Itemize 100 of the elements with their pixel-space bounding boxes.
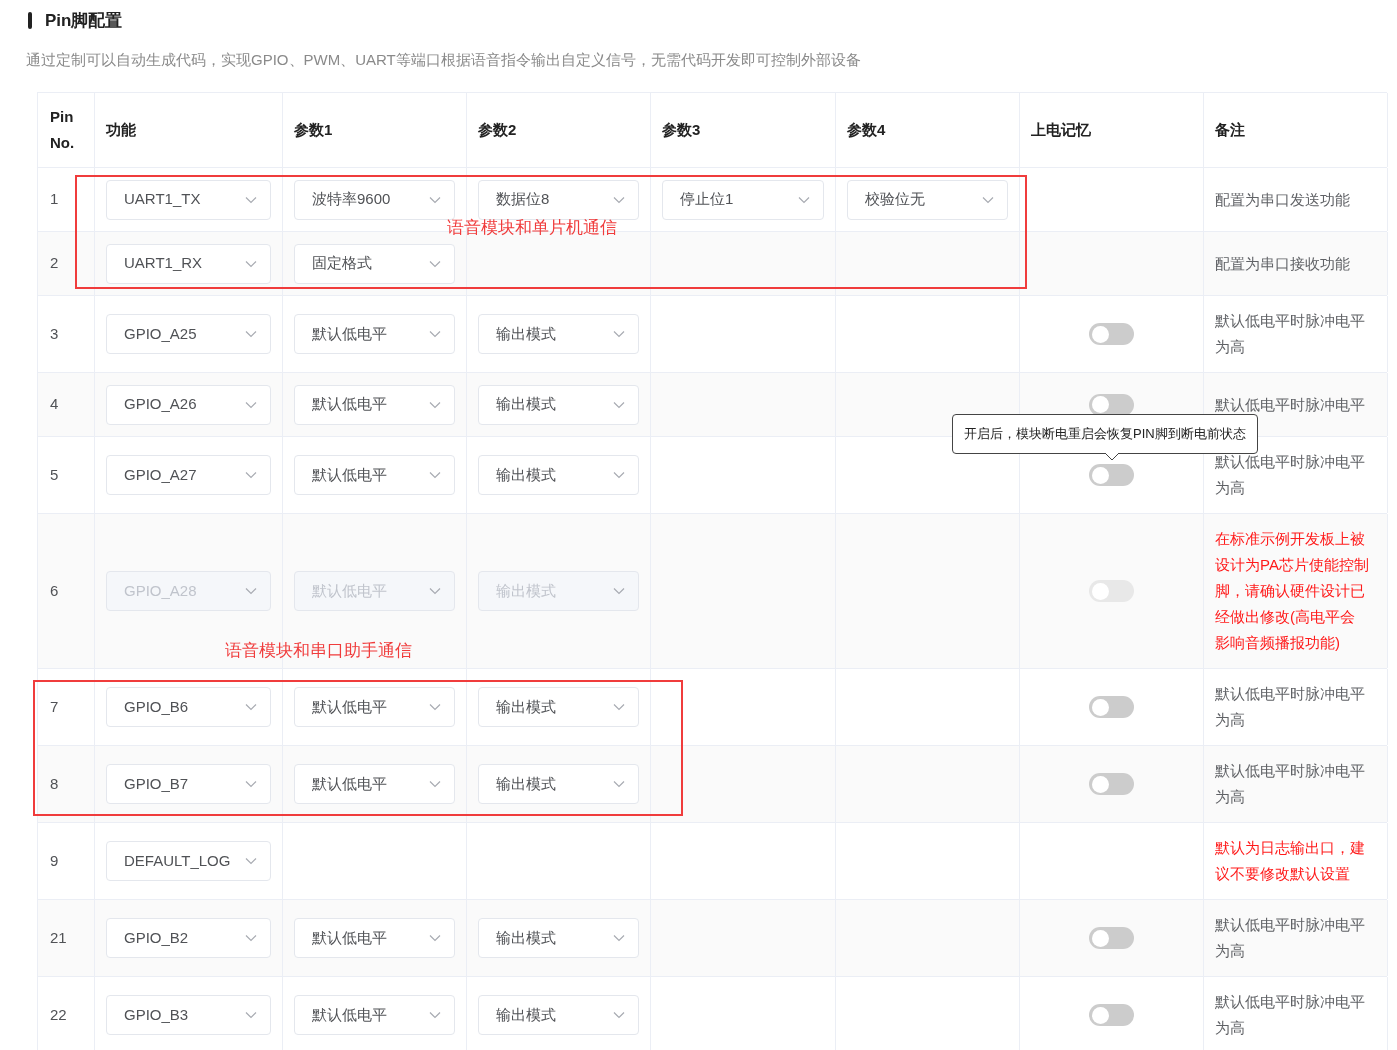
pin-number: 9 bbox=[50, 850, 59, 871]
select-field[interactable]: 默认低电平 bbox=[294, 314, 455, 354]
pin-number: 8 bbox=[50, 773, 59, 794]
select-field[interactable]: 输出模式 bbox=[478, 995, 639, 1035]
column-header: 功能 bbox=[106, 120, 136, 140]
toggle-switch[interactable] bbox=[1089, 773, 1134, 795]
tooltip-arrow-icon bbox=[1105, 453, 1119, 461]
select-field[interactable]: 停止位1 bbox=[662, 179, 824, 220]
toggle-switch[interactable] bbox=[1089, 323, 1134, 345]
chevron-down-icon bbox=[245, 259, 257, 268]
select-field[interactable]: 输出模式 bbox=[478, 764, 639, 804]
pin-number: 1 bbox=[50, 189, 59, 210]
select-field[interactable]: 波特率9600 bbox=[294, 179, 455, 220]
select-field[interactable]: 输出模式 bbox=[478, 314, 639, 354]
chevron-down-icon bbox=[429, 400, 441, 409]
column-header: Pin No. bbox=[50, 107, 76, 153]
column-header: 备注 bbox=[1215, 120, 1245, 140]
remark-text: 配置为串口发送功能 bbox=[1215, 189, 1350, 210]
section-title: Pin脚配置 bbox=[45, 10, 123, 32]
chevron-down-icon bbox=[429, 471, 441, 479]
pin-number: 7 bbox=[50, 696, 59, 717]
pin-number: 5 bbox=[50, 464, 59, 485]
select-field[interactable]: 默认低电平 bbox=[294, 455, 455, 495]
column-header: 参数4 bbox=[847, 120, 886, 140]
pin-number: 2 bbox=[50, 253, 59, 274]
toggle-switch[interactable] bbox=[1089, 696, 1134, 718]
chevron-down-icon bbox=[245, 857, 257, 865]
column-header: 参数1 bbox=[294, 120, 333, 140]
chevron-down-icon bbox=[613, 1011, 625, 1019]
chevron-down-icon bbox=[613, 780, 625, 788]
chevron-down-icon bbox=[245, 330, 257, 338]
select-field[interactable]: 默认低电平 bbox=[294, 764, 455, 804]
chevron-down-icon bbox=[429, 259, 441, 268]
select-field[interactable]: GPIO_B3 bbox=[106, 995, 271, 1035]
toggle-switch[interactable] bbox=[1089, 393, 1134, 416]
select-field[interactable]: GPIO_B2 bbox=[106, 918, 271, 958]
chevron-down-icon bbox=[245, 780, 257, 788]
column-header: 参数2 bbox=[478, 120, 517, 140]
select-field[interactable]: 输出模式 bbox=[478, 918, 639, 958]
select-field[interactable]: 默认低电平 bbox=[294, 687, 455, 727]
chevron-down-icon bbox=[245, 587, 257, 595]
remark-text: 默认低电平时脉冲电平为高 bbox=[1215, 761, 1366, 807]
chevron-down-icon bbox=[245, 195, 257, 204]
chevron-down-icon bbox=[798, 195, 810, 204]
annotation-label: 语音模块和串口助手通信 bbox=[225, 640, 412, 662]
chevron-down-icon bbox=[429, 780, 441, 788]
toggle-switch[interactable] bbox=[1089, 464, 1134, 486]
remark-text: 默认低电平时脉冲电平为高 bbox=[1215, 915, 1366, 961]
select-field[interactable]: 默认低电平 bbox=[294, 384, 455, 425]
chevron-down-icon bbox=[245, 934, 257, 942]
chevron-down-icon bbox=[429, 703, 441, 711]
tooltip: 开启后，模块断电重启会恢复PIN脚到断电前状态 bbox=[952, 414, 1258, 454]
toggle-switch[interactable] bbox=[1089, 927, 1134, 949]
remark-text: 默认低电平时脉冲电平为高 bbox=[1215, 452, 1366, 498]
chevron-down-icon bbox=[613, 934, 625, 942]
pin-number: 21 bbox=[50, 927, 67, 948]
select-field[interactable]: 输出模式 bbox=[478, 455, 639, 495]
chevron-down-icon bbox=[613, 471, 625, 479]
remark-text: 默认低电平时脉冲电平为高 bbox=[1215, 992, 1366, 1038]
select-field[interactable]: GPIO_A27 bbox=[106, 455, 271, 495]
chevron-down-icon bbox=[613, 400, 625, 409]
remark-text: 配置为串口接收功能 bbox=[1215, 253, 1350, 274]
remark-text: 默认低电平时脉冲电平为高 bbox=[1215, 311, 1366, 357]
chevron-down-icon bbox=[613, 587, 625, 595]
select-field[interactable]: 默认低电平 bbox=[294, 918, 455, 958]
column-header: 上电记忆 bbox=[1031, 120, 1091, 140]
select-field[interactable]: GPIO_B6 bbox=[106, 687, 271, 727]
column-header: 参数3 bbox=[662, 120, 701, 140]
remark-text: 在标准示例开发板上被设计为PA芯片使能控制脚，请确认硬件设计已经做出修改(高电平会影响音频播报功能) bbox=[1215, 529, 1369, 653]
chevron-down-icon bbox=[429, 934, 441, 942]
select-field[interactable]: 输出模式 bbox=[478, 687, 639, 727]
chevron-down-icon bbox=[245, 1011, 257, 1019]
select-field[interactable]: UART1_RX bbox=[106, 243, 271, 284]
chevron-down-icon bbox=[429, 587, 441, 595]
pin-number: 22 bbox=[50, 1004, 67, 1025]
select-field[interactable]: 输出模式 bbox=[478, 384, 639, 425]
section-description: 通过定制可以自动生成代码，实现GPIO、PWM、UART等端口根据语音指令输出自定义信号，无需代码开发即可控制外部设备 bbox=[25, 49, 862, 70]
chevron-down-icon bbox=[613, 330, 625, 338]
chevron-down-icon bbox=[613, 195, 625, 204]
select-field[interactable]: GPIO_A26 bbox=[106, 384, 271, 425]
chevron-down-icon bbox=[429, 195, 441, 204]
select-field[interactable]: GPIO_B7 bbox=[106, 764, 271, 804]
chevron-down-icon bbox=[613, 703, 625, 711]
remark-text: 默认为日志输出口，建议不要修改默认设置 bbox=[1215, 838, 1366, 884]
select-field[interactable]: DEFAULT_LOG bbox=[106, 841, 271, 881]
select-field[interactable]: 校验位无 bbox=[847, 179, 1008, 220]
toggle-switch[interactable] bbox=[1089, 1004, 1134, 1026]
chevron-down-icon bbox=[245, 703, 257, 711]
remark-text: 默认低电平时脉冲电平 bbox=[1215, 394, 1365, 415]
select-field[interactable]: 数据位8 bbox=[478, 179, 639, 220]
remark-text: 默认低电平时脉冲电平为高 bbox=[1215, 684, 1366, 730]
chevron-down-icon bbox=[245, 471, 257, 479]
chevron-down-icon bbox=[429, 330, 441, 338]
select-field[interactable]: GPIO_A25 bbox=[106, 314, 271, 354]
select-field[interactable]: UART1_TX bbox=[106, 179, 271, 220]
pin-number: 6 bbox=[50, 580, 59, 601]
chevron-down-icon bbox=[245, 400, 257, 409]
title-bar-mark bbox=[28, 12, 32, 30]
select-field[interactable]: 固定格式 bbox=[294, 243, 455, 284]
select-field[interactable]: 默认低电平 bbox=[294, 995, 455, 1035]
